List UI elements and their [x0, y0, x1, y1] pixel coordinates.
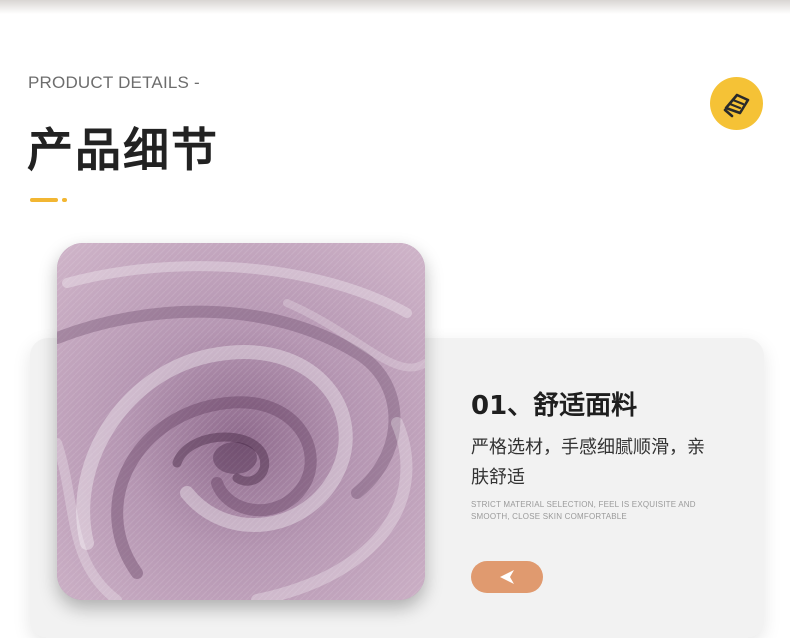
triangle-left-icon: [500, 570, 514, 584]
fabric-swirl-photo: [57, 243, 425, 600]
previous-button[interactable]: [471, 561, 543, 593]
accent-dot: [62, 198, 67, 202]
hand-fabric-icon: [710, 77, 763, 130]
top-strip: [0, 0, 790, 14]
page-title: 产品细节: [27, 123, 219, 177]
section-eyebrow: PRODUCT DETAILS -: [28, 73, 200, 92]
accent-line: [30, 198, 58, 202]
feature-description: 严格选材，手感细腻顺滑，亲肤舒适: [471, 437, 705, 488]
feature-english-description: Strict material selection, feel is exqui…: [471, 500, 696, 521]
feature-heading: 01、舒适面料: [471, 391, 638, 421]
